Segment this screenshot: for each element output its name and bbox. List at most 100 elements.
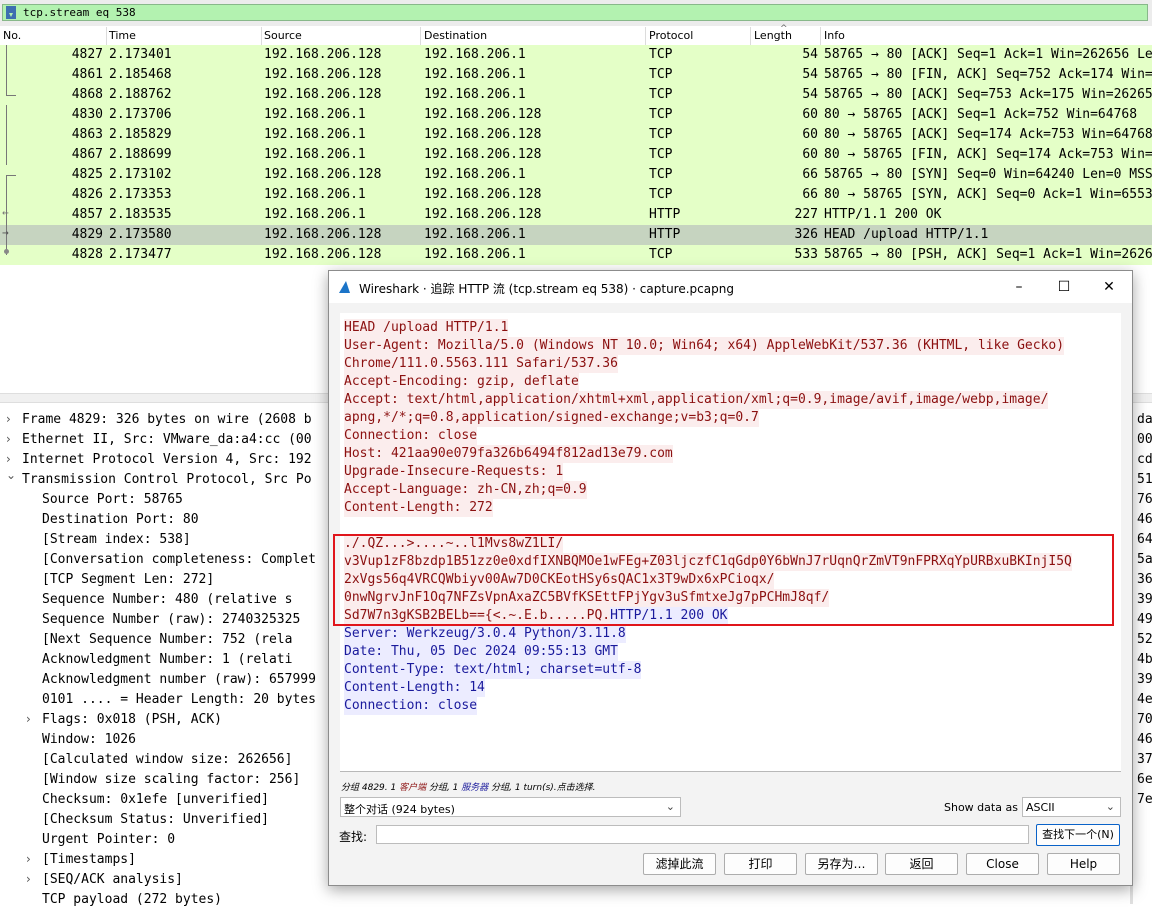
request-line: HEAD /upload HTTP/1.1 xyxy=(344,319,1117,337)
detail-item[interactable]: Acknowledgment Number: 1 (relati xyxy=(42,652,292,672)
request-line: Chrome/111.0.5563.111 Safari/537.36 xyxy=(344,355,1117,373)
packet-source: 192.168.206.1 xyxy=(264,207,366,222)
detail-item[interactable]: [Timestamps] xyxy=(42,852,136,872)
payload-line: v3Vup1zF8bzdp1B51zz0e0xdfIXNBQMOe1wFEg+Z… xyxy=(344,553,1117,571)
chevron-down-icon[interactable]: ⌄ xyxy=(6,468,16,482)
detail-item[interactable]: Window: 1026 xyxy=(42,732,136,752)
detail-item[interactable]: Flags: 0x018 (PSH, ACK) xyxy=(42,712,222,732)
detail-item[interactable]: Transmission Control Protocol, Src Po xyxy=(22,472,312,492)
packet-row[interactable]: 4825 2.173102 192.168.206.128 192.168.20… xyxy=(0,165,1152,185)
packet-info: 58765 → 80 [PSH, ACK] Seq=1 Ack=1 Win=26… xyxy=(824,247,1152,262)
chevron-right-icon[interactable]: › xyxy=(26,872,31,886)
detail-item[interactable]: TCP payload (272 bytes) xyxy=(42,892,222,912)
save-as-button[interactable]: 另存为… xyxy=(805,853,878,875)
packet-row[interactable]: 4827 2.173401 192.168.206.128 192.168.20… xyxy=(0,45,1152,65)
packet-destination: 192.168.206.1 xyxy=(424,227,526,242)
help-button[interactable]: Help xyxy=(1047,853,1120,875)
hex-cell: da xyxy=(1137,412,1152,427)
packet-list-header: No. Time Source Destination Protocol Len… xyxy=(0,24,1152,46)
request-text: Chrome/111.0.5563.111 Safari/537.36 xyxy=(344,355,618,373)
packet-length: 54 xyxy=(802,47,818,62)
packet-protocol: HTTP xyxy=(649,207,681,222)
packet-destination: 192.168.206.1 xyxy=(424,67,526,82)
response-text: Connection: close xyxy=(344,697,478,715)
minimize-button[interactable]: – xyxy=(1004,277,1034,297)
packet-row[interactable]: 4830 2.173706 192.168.206.1 192.168.206.… xyxy=(0,105,1152,125)
chevron-right-icon[interactable]: › xyxy=(26,712,31,726)
detail-item[interactable]: [TCP Segment Len: 272] xyxy=(42,572,214,592)
detail-item[interactable]: [Stream index: 538] xyxy=(42,532,191,552)
request-text: Upgrade-Insecure-Requests: 1 xyxy=(344,463,564,481)
dialog-titlebar[interactable]: Wireshark · 追踪 HTTP 流 (tcp.stream eq 538… xyxy=(329,271,1132,303)
detail-item[interactable]: Acknowledgment number (raw): 657999 xyxy=(42,672,316,692)
packet-length: 60 xyxy=(802,147,818,162)
response-line: Content-Type: text/html; charset=utf-8 xyxy=(344,661,1117,679)
detail-item[interactable]: [Next Sequence Number: 752 (rela xyxy=(42,632,292,652)
packet-no: 4826 xyxy=(71,187,103,202)
detail-item[interactable]: [Calculated window size: 262656] xyxy=(42,752,292,772)
maximize-button[interactable]: ☐ xyxy=(1049,277,1079,297)
show-data-label: Show data as xyxy=(944,801,1018,814)
packet-row[interactable]: ← 4857 2.183535 192.168.206.1 192.168.20… xyxy=(0,205,1152,225)
detail-item[interactable]: Sequence Number (raw): 2740325325 xyxy=(42,612,300,632)
packet-row[interactable]: 4828 2.173477 192.168.206.128 192.168.20… xyxy=(0,245,1152,265)
detail-item[interactable]: [SEQ/ACK analysis] xyxy=(42,872,183,892)
show-data-select[interactable]: ASCII ⌄ xyxy=(1022,797,1121,817)
dialog-title: Wireshark · 追踪 HTTP 流 (tcp.stream eq 538… xyxy=(359,282,734,296)
detail-item[interactable]: 0101 .... = Header Length: 20 bytes xyxy=(42,692,316,712)
packet-no: 4861 xyxy=(71,67,103,82)
back-button[interactable]: 返回 xyxy=(885,853,958,875)
hex-cell: 76 xyxy=(1137,492,1152,507)
close-window-button[interactable]: ✕ xyxy=(1094,277,1124,297)
hex-cell: 39 xyxy=(1137,592,1152,607)
column-protocol[interactable]: Protocol xyxy=(649,29,693,42)
packet-row[interactable]: 4863 2.185829 192.168.206.1 192.168.206.… xyxy=(0,125,1152,145)
detail-item[interactable]: Ethernet II, Src: VMware_da:a4:cc (00 xyxy=(22,432,312,452)
request-line: User-Agent: Mozilla/5.0 (Windows NT 10.0… xyxy=(344,337,1117,355)
close-button[interactable]: Close xyxy=(966,853,1039,875)
detail-item[interactable]: [Checksum Status: Unverified] xyxy=(42,812,269,832)
detail-item[interactable]: Checksum: 0x1efe [unverified] xyxy=(42,792,269,812)
column-no[interactable]: No. xyxy=(3,29,21,42)
detail-item[interactable]: Frame 4829: 326 bytes on wire (2608 b xyxy=(22,412,312,432)
chevron-right-icon[interactable]: › xyxy=(6,452,11,466)
hex-cell: 46 xyxy=(1137,512,1152,527)
chevron-right-icon[interactable]: › xyxy=(6,412,11,426)
chevron-right-icon[interactable]: › xyxy=(26,852,31,866)
detail-item[interactable]: [Window size scaling factor: 256] xyxy=(42,772,300,792)
request-text: Accept-Encoding: gzip, deflate xyxy=(344,373,579,391)
payload-line: ./.QZ...>....~..l1Mvs8wZ1LI/ xyxy=(344,535,1117,553)
response-text: Server: Werkzeug/3.0.4 Python/3.11.8 xyxy=(344,625,626,643)
find-input[interactable] xyxy=(376,825,1029,844)
column-destination[interactable]: Destination xyxy=(424,29,487,42)
detail-item[interactable]: Sequence Number: 480 (relative s xyxy=(42,592,292,612)
packet-row[interactable]: 4867 2.188699 192.168.206.1 192.168.206.… xyxy=(0,145,1152,165)
packet-source: 192.168.206.1 xyxy=(264,187,366,202)
packet-length: 66 xyxy=(802,167,818,182)
packet-length: 54 xyxy=(802,87,818,102)
column-time[interactable]: Time xyxy=(109,29,136,42)
packet-source: 192.168.206.1 xyxy=(264,107,366,122)
stream-status: 分组 4829. 1 客户端 分组, 1 服务器 分组, 1 turn(s).点… xyxy=(341,780,596,793)
bookmark-icon[interactable] xyxy=(6,6,16,19)
detail-item[interactable]: Internet Protocol Version 4, Src: 192 xyxy=(22,452,312,472)
detail-item[interactable]: [Conversation completeness: Complet xyxy=(42,552,316,572)
find-next-button[interactable]: 查找下一个(N) xyxy=(1036,824,1120,846)
column-source[interactable]: Source xyxy=(264,29,302,42)
print-button[interactable]: 打印 xyxy=(724,853,797,875)
packet-row[interactable]: 4861 2.185468 192.168.206.128 192.168.20… xyxy=(0,65,1152,85)
packet-row[interactable]: 4826 2.173353 192.168.206.1 192.168.206.… xyxy=(0,185,1152,205)
packet-length: 66 xyxy=(802,187,818,202)
display-filter-input[interactable]: tcp.stream eq 538 xyxy=(2,4,1148,21)
stream-content[interactable]: HEAD /upload HTTP/1.1 User-Agent: Mozilla… xyxy=(340,313,1121,772)
chevron-right-icon[interactable]: › xyxy=(6,432,11,446)
status-prefix: 分组 4829. 1 xyxy=(341,783,400,793)
detail-item[interactable]: Destination Port: 80 xyxy=(42,512,199,532)
column-info[interactable]: Info xyxy=(824,29,845,42)
packet-row[interactable]: 4868 2.188762 192.168.206.128 192.168.20… xyxy=(0,85,1152,105)
detail-item[interactable]: Source Port: 58765 xyxy=(42,492,183,512)
conversation-select[interactable]: 整个对话 (924 bytes) ⌄ xyxy=(340,797,681,817)
packet-row-selected[interactable]: → 4829 2.173580 192.168.206.128 192.168.… xyxy=(0,225,1152,245)
detail-item[interactable]: Urgent Pointer: 0 xyxy=(42,832,175,852)
filter-out-stream-button[interactable]: 滤掉此流 xyxy=(643,853,716,875)
